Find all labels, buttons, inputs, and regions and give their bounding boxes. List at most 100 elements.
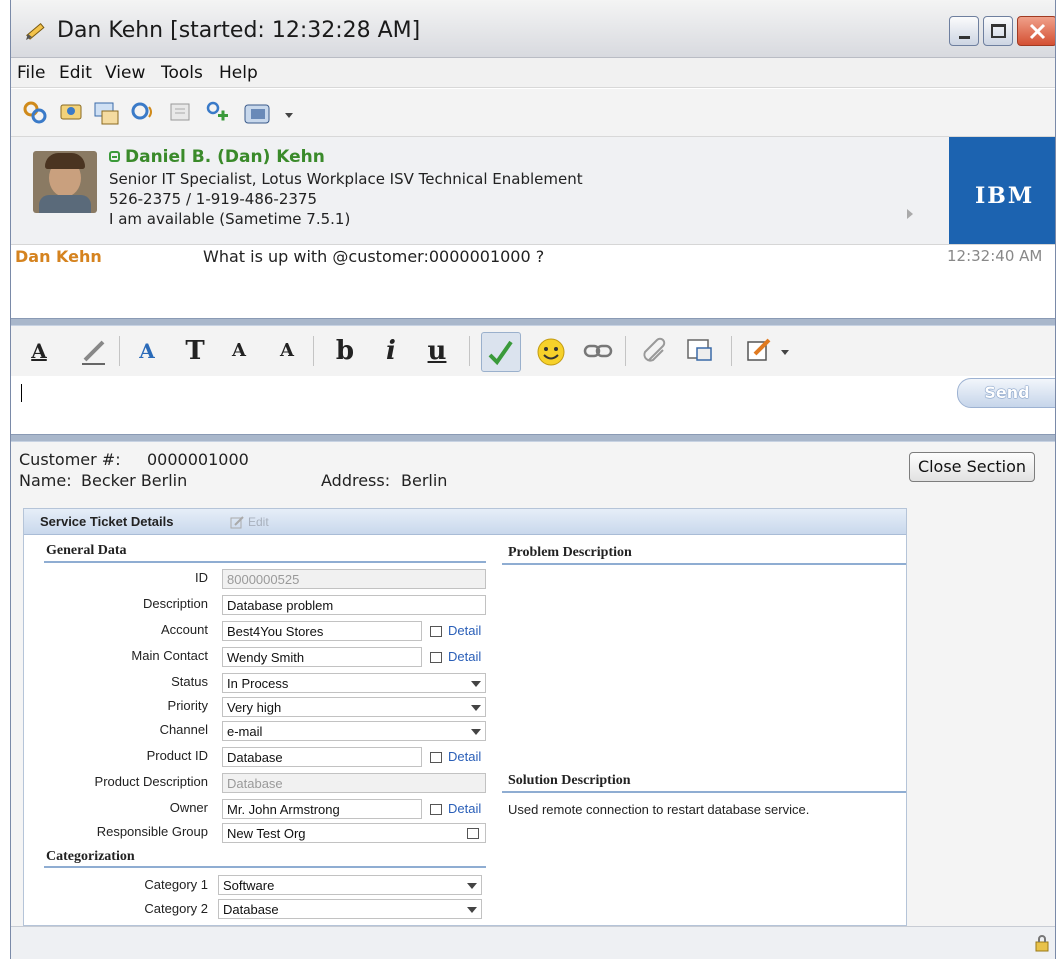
audio-call-icon[interactable] <box>129 99 157 127</box>
close-section-button[interactable]: Close Section <box>909 452 1035 482</box>
channel-select-value: e-mail <box>227 724 263 739</box>
highlight-pen-icon[interactable] <box>79 336 109 366</box>
invite-people-icon[interactable] <box>21 99 49 127</box>
underline-icon[interactable]: u <box>423 336 451 366</box>
dropdown-arrow-icon <box>471 729 481 735</box>
maximize-button[interactable] <box>983 16 1013 46</box>
font-icon[interactable]: A <box>133 336 161 366</box>
problem-description-title: Problem Description <box>508 545 632 560</box>
ticket-header-title: Service Ticket Details <box>40 514 174 529</box>
transcript-icon[interactable] <box>167 99 195 127</box>
responsible-group-value: New Test Org <box>227 826 306 841</box>
id-field: 8000000525 <box>222 569 486 589</box>
link-icon[interactable] <box>583 340 613 362</box>
message-sender: Dan Kehn <box>15 247 102 266</box>
pencil-chat-icon <box>26 22 45 40</box>
add-person-icon[interactable] <box>203 99 231 127</box>
main-contact-detail-link[interactable]: Detail <box>448 649 481 664</box>
solution-description-text[interactable]: Used remote connection to restart databa… <box>508 802 809 817</box>
open-window-icon[interactable] <box>467 828 479 839</box>
spell-check-icon[interactable] <box>481 332 521 372</box>
contact-name: Daniel B. (Dan) Kehn <box>125 147 325 167</box>
status-select-value: In Process <box>227 676 289 691</box>
title-bar[interactable]: Dan Kehn [started: 12:32:28 AM] <box>11 0 1055 58</box>
minimize-button[interactable] <box>949 16 979 46</box>
edit-link[interactable]: Edit <box>248 515 269 529</box>
avatar <box>33 151 97 213</box>
open-window-icon[interactable] <box>430 752 442 763</box>
owner-label: Owner <box>169 800 208 815</box>
product-detail-link[interactable]: Detail <box>448 749 481 764</box>
open-window-icon[interactable] <box>430 804 442 815</box>
customer-number: 0000001000 <box>147 450 249 469</box>
product-id-field[interactable]: Database <box>222 747 422 767</box>
emoticon-icon[interactable] <box>535 336 567 368</box>
increase-font-icon[interactable]: A <box>225 336 253 366</box>
expand-arrow-icon[interactable] <box>907 209 913 219</box>
owner-detail-link[interactable]: Detail <box>448 801 481 816</box>
menu-help[interactable]: Help <box>219 63 258 83</box>
toolbar-separator <box>469 336 470 366</box>
priority-label: Priority <box>167 698 208 713</box>
message-time: 12:32:40 AM <box>947 247 1043 265</box>
customer-address-label: Address: <box>321 471 391 490</box>
customer-number-label: Customer #: <box>19 450 121 469</box>
general-data-underline <box>44 561 486 563</box>
general-data-title: General Data <box>46 543 127 558</box>
product-description-label: Product Description <box>94 774 208 789</box>
screen-share-icon[interactable] <box>93 99 121 127</box>
problem-description-area[interactable] <box>502 567 906 767</box>
edit-icon <box>230 516 244 529</box>
screen-capture-icon[interactable] <box>685 336 715 366</box>
more-format-dropdown-icon[interactable] <box>781 350 789 355</box>
message-text: What is up with @customer:0000001000 ? <box>203 247 545 266</box>
ticket-header: Service Ticket Details Edit <box>24 509 906 535</box>
more-tools-icon[interactable] <box>241 99 281 127</box>
close-icon <box>1029 23 1046 40</box>
text-color-icon[interactable]: A <box>25 336 53 366</box>
open-window-icon[interactable] <box>430 626 442 637</box>
edit-note-icon[interactable] <box>745 336 775 366</box>
bold-icon[interactable]: b <box>331 336 359 366</box>
category1-select[interactable]: Software <box>218 875 482 895</box>
menu-tools[interactable]: Tools <box>161 63 203 83</box>
menu-edit[interactable]: Edit <box>59 63 92 83</box>
transcript-splitter[interactable] <box>11 318 1055 326</box>
priority-select[interactable]: Very high <box>222 697 486 717</box>
customer-name: Becker Berlin <box>81 471 188 490</box>
compose-splitter[interactable] <box>11 434 1055 442</box>
category2-label: Category 2 <box>144 901 208 916</box>
main-contact-field[interactable]: Wendy Smith <box>222 647 422 667</box>
responsible-group-label: Responsible Group <box>96 824 208 839</box>
send-button[interactable]: Send <box>957 378 1055 408</box>
tools-dropdown-icon[interactable] <box>285 113 293 118</box>
service-ticket-panel: Service Ticket Details Edit General Data… <box>23 508 907 926</box>
italic-icon[interactable]: i <box>377 336 405 366</box>
meeting-icon[interactable] <box>57 99 85 127</box>
categorization-underline <box>44 866 486 868</box>
account-detail-link[interactable]: Detail <box>448 623 481 638</box>
attachment-icon[interactable] <box>641 336 671 366</box>
toolbar-separator <box>731 336 732 366</box>
id-label: ID <box>195 570 208 585</box>
text-style-icon[interactable]: T <box>181 336 209 366</box>
status-label: Status <box>171 674 208 689</box>
decrease-font-icon[interactable]: A <box>273 336 301 366</box>
status-select[interactable]: In Process <box>222 673 486 693</box>
lock-icon <box>1035 935 1049 952</box>
account-label: Account <box>161 622 208 637</box>
dropdown-arrow-icon <box>467 883 477 889</box>
close-window-button[interactable] <box>1017 16 1055 46</box>
formatting-toolbar: A A T A A b i u <box>11 326 1055 376</box>
open-window-icon[interactable] <box>430 652 442 663</box>
priority-select-value: Very high <box>227 700 282 715</box>
category2-select[interactable]: Database <box>218 899 482 919</box>
channel-select[interactable]: e-mail <box>222 721 486 741</box>
message-input[interactable] <box>11 376 1055 434</box>
owner-field[interactable]: Mr. John Armstrong <box>222 799 422 819</box>
menu-file[interactable]: File <box>17 63 45 83</box>
account-field[interactable]: Best4You Stores <box>222 621 422 641</box>
description-field[interactable]: Database problem <box>222 595 486 615</box>
menu-view[interactable]: View <box>105 63 145 83</box>
responsible-group-field[interactable]: New Test Org <box>222 823 486 843</box>
